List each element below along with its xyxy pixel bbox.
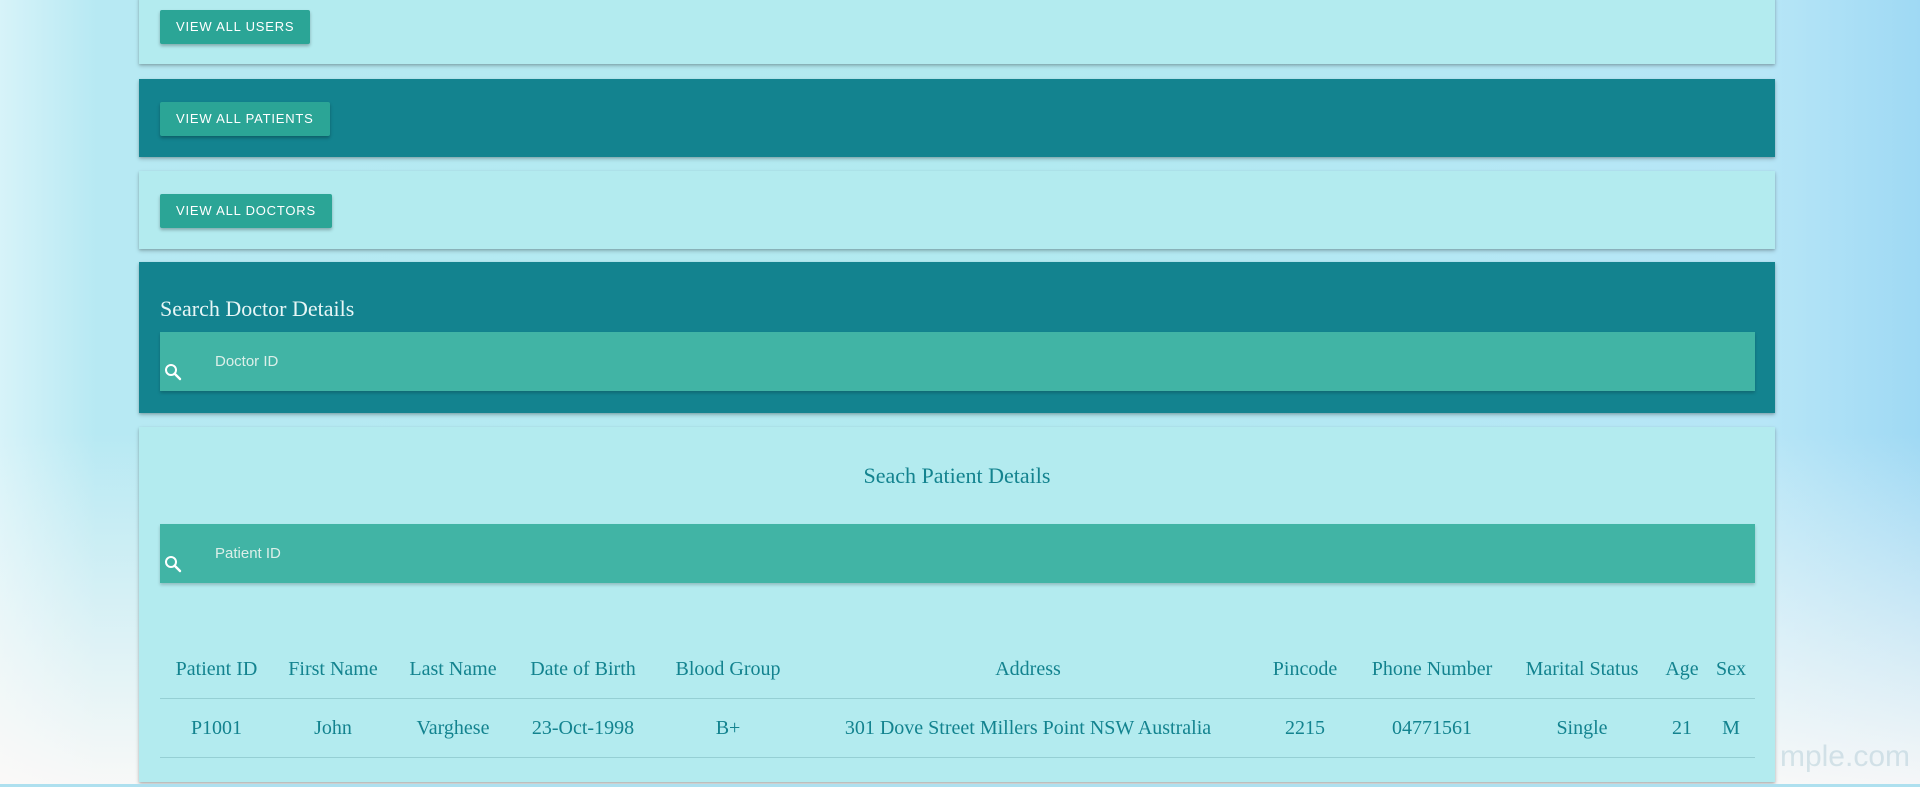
column-header-phone-number: Phone Number [1357, 640, 1507, 699]
watermark-text: mple.com [1779, 740, 1910, 773]
column-header-last-name: Last Name [393, 640, 513, 699]
doctor-id-input[interactable] [210, 332, 1730, 391]
cell-patient-id: P1001 [160, 698, 273, 758]
column-header-address: Address [803, 640, 1253, 699]
doctor-search-bar [160, 332, 1755, 391]
column-header-sex: Sex [1707, 640, 1755, 699]
table-header-row: Patient ID First Name Last Name Date of … [160, 640, 1755, 699]
column-header-pincode: Pincode [1253, 640, 1357, 699]
users-card: VIEW ALL USERS [139, 0, 1775, 64]
search-icon [165, 364, 182, 381]
cell-last-name: Varghese [393, 698, 513, 758]
cell-sex: M [1707, 698, 1755, 758]
column-header-first-name: First Name [273, 640, 393, 699]
column-header-marital-status: Marital Status [1507, 640, 1657, 699]
doctors-card: VIEW ALL DOCTORS [139, 171, 1775, 249]
patient-search-bar [160, 524, 1755, 583]
cell-blood-group: B+ [653, 698, 803, 758]
column-header-patient-id: Patient ID [160, 640, 273, 699]
cell-pincode: 2215 [1253, 698, 1357, 758]
column-header-age: Age [1657, 640, 1707, 699]
column-header-date-of-birth: Date of Birth [513, 640, 653, 699]
search-patient-title: Seach Patient Details [863, 463, 1051, 488]
search-doctor-title: Search Doctor Details [160, 296, 355, 321]
cell-address: 301 Dove Street Millers Point NSW Austra… [803, 698, 1253, 758]
cell-marital-status: Single [1507, 698, 1657, 758]
search-doctor-card: Search Doctor Details [139, 262, 1775, 413]
view-all-patients-button[interactable]: VIEW ALL PATIENTS [160, 102, 330, 136]
search-icon [165, 556, 182, 573]
search-patient-card: Seach Patient Details Patient ID First N… [139, 427, 1775, 782]
cell-age: 21 [1657, 698, 1707, 758]
cell-date-of-birth: 23-Oct-1998 [513, 698, 653, 758]
cell-first-name: John [273, 698, 393, 758]
view-all-doctors-button[interactable]: VIEW ALL DOCTORS [160, 194, 332, 228]
patients-card: VIEW ALL PATIENTS [139, 79, 1775, 157]
view-all-users-button[interactable]: VIEW ALL USERS [160, 10, 311, 44]
cell-phone-number: 04771561 [1357, 698, 1507, 758]
patients-table: Patient ID First Name Last Name Date of … [160, 640, 1755, 758]
table-row: P1001 John Varghese 23-Oct-1998 B+ 301 D… [160, 698, 1755, 758]
patient-id-input[interactable] [210, 524, 1730, 583]
column-header-blood-group: Blood Group [653, 640, 803, 699]
